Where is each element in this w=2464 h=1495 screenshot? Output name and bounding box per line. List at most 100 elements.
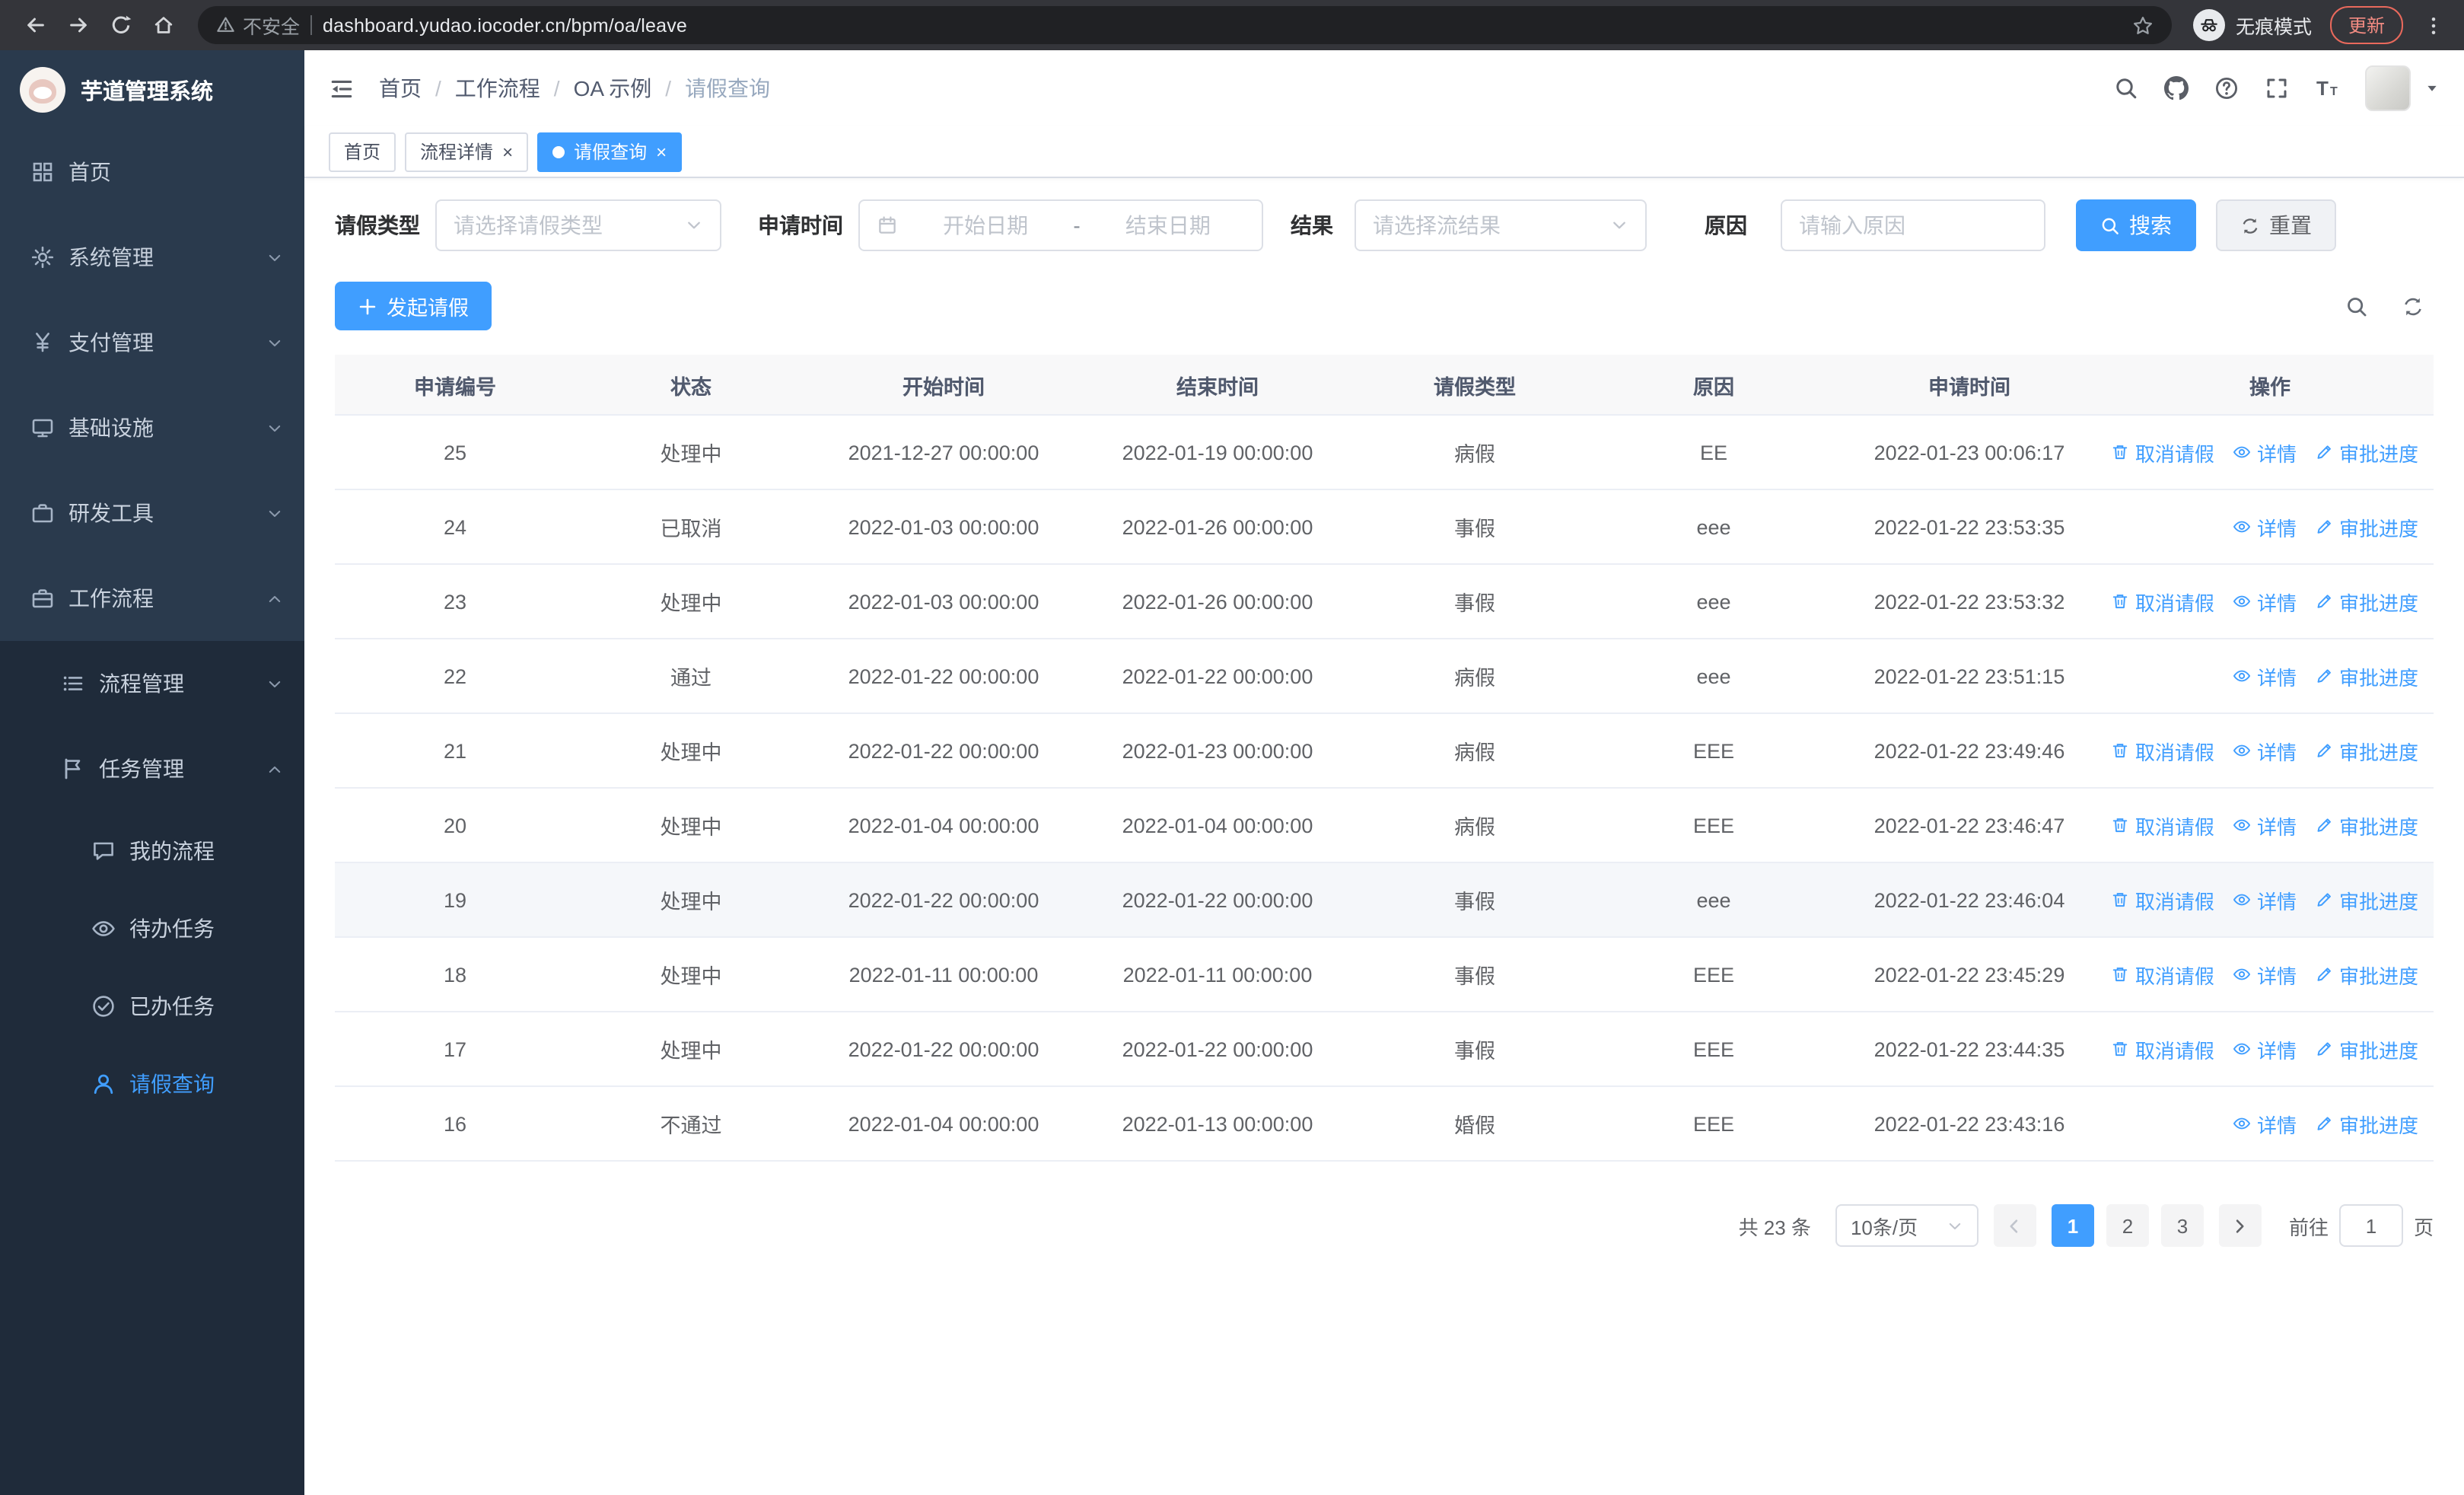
sidebar-item-workflow[interactable]: 工作流程 xyxy=(0,556,304,641)
breadcrumb-separator: / xyxy=(665,76,672,100)
cancel-leave-link[interactable]: 取消请假 xyxy=(2111,438,2214,467)
content: 请假类型 请选择请假类型 申请时间 开始日期 - 结束日期 结果 请选择流结果 xyxy=(304,178,2464,1495)
browser-back-button[interactable] xyxy=(15,5,55,45)
detail-link[interactable]: 详情 xyxy=(2233,438,2297,467)
page-button-2[interactable]: 2 xyxy=(2106,1204,2149,1247)
chevron-up-icon xyxy=(266,590,283,607)
close-tab-icon[interactable]: × xyxy=(502,142,513,161)
sidebar-item-task-mgmt[interactable]: 任务管理 xyxy=(0,726,304,811)
page-button-1[interactable]: 1 xyxy=(2051,1204,2094,1247)
breadcrumb-item[interactable]: 工作流程 xyxy=(455,73,540,104)
github-icon[interactable] xyxy=(2164,76,2189,100)
sidebar-item-process-mgmt[interactable]: 流程管理 xyxy=(0,641,304,726)
sidebar-item-done-task[interactable]: 已办任务 xyxy=(0,967,304,1044)
progress-link[interactable]: 审批进度 xyxy=(2315,736,2418,765)
sidebar-logo[interactable]: 芋道管理系统 xyxy=(0,50,304,129)
cancel-leave-link[interactable]: 取消请假 xyxy=(2111,960,2214,989)
cell-status: 处理中 xyxy=(660,816,722,839)
browser-reload-button[interactable] xyxy=(100,5,140,45)
tag-view-tab[interactable]: 请假查询 × xyxy=(537,132,683,171)
leave-type-select[interactable]: 请选择请假类型 xyxy=(435,199,721,251)
chevron-down-icon xyxy=(266,419,283,436)
edit-icon xyxy=(2315,965,2333,983)
cancel-leave-link[interactable]: 取消请假 xyxy=(2111,736,2214,765)
prev-page-button[interactable] xyxy=(1993,1204,2036,1247)
reset-button[interactable]: 重置 xyxy=(2216,199,2336,251)
progress-link[interactable]: 审批进度 xyxy=(2315,661,2418,690)
tag-view-tab[interactable]: 首页 xyxy=(329,132,396,171)
detail-link[interactable]: 详情 xyxy=(2233,885,2297,914)
header-search-icon[interactable] xyxy=(2114,76,2138,100)
font-size-icon[interactable]: TT xyxy=(2315,76,2339,100)
progress-link[interactable]: 审批进度 xyxy=(2315,587,2418,616)
progress-link[interactable]: 审批进度 xyxy=(2315,885,2418,914)
sidebar-item-payment[interactable]: 支付管理 xyxy=(0,300,304,385)
detail-link[interactable]: 详情 xyxy=(2233,512,2297,541)
cell-end-time: 2022-01-22 00:00:00 xyxy=(1122,665,1313,687)
top-navbar: 首页 / 工作流程 / OA 示例 / 请假查询 TT xyxy=(304,50,2464,126)
sidebar-item-home[interactable]: 首页 xyxy=(0,129,304,215)
apply-time-range-picker[interactable]: 开始日期 - 结束日期 xyxy=(858,199,1263,251)
cell-id: 19 xyxy=(443,888,467,911)
cancel-leave-link[interactable]: 取消请假 xyxy=(2111,811,2214,840)
sidebar-item-system[interactable]: 系统管理 xyxy=(0,215,304,300)
detail-link[interactable]: 详情 xyxy=(2233,1109,2297,1138)
breadcrumb-item[interactable]: 首页 xyxy=(379,73,422,104)
page-size-select[interactable]: 10条/页 xyxy=(1835,1204,1979,1247)
fullscreen-icon[interactable] xyxy=(2265,76,2289,100)
cancel-leave-link[interactable]: 取消请假 xyxy=(2111,885,2214,914)
security-chip[interactable]: 不安全 xyxy=(216,11,300,40)
page-size-value: 10条/页 xyxy=(1850,1216,1918,1238)
sidebar-item-dev-tools[interactable]: 研发工具 xyxy=(0,470,304,556)
browser-home-button[interactable] xyxy=(143,5,183,45)
cancel-leave-link[interactable]: 取消请假 xyxy=(2111,587,2214,616)
browser-forward-button[interactable] xyxy=(58,5,97,45)
detail-link[interactable]: 详情 xyxy=(2233,587,2297,616)
detail-link[interactable]: 详情 xyxy=(2233,960,2297,989)
reason-input[interactable] xyxy=(1781,199,2045,251)
tag-view-tab[interactable]: 流程详情 × xyxy=(405,132,529,171)
create-leave-button[interactable]: 发起请假 xyxy=(335,282,492,330)
progress-link[interactable]: 审批进度 xyxy=(2315,438,2418,467)
browser-update-button[interactable]: 更新 xyxy=(2329,6,2403,44)
result-select[interactable]: 请选择流结果 xyxy=(1355,199,1647,251)
cell-apply-time: 2022-01-22 23:49:46 xyxy=(1873,739,2065,762)
progress-link[interactable]: 审批进度 xyxy=(2315,811,2418,840)
cell-actions: 取消请假 详情 审批进度 xyxy=(2106,438,2434,467)
detail-link[interactable]: 详情 xyxy=(2233,1034,2297,1063)
sidebar-item-label: 首页 xyxy=(68,160,111,184)
toggle-search-icon[interactable] xyxy=(2345,295,2368,317)
refresh-table-icon[interactable] xyxy=(2402,295,2424,317)
next-page-button[interactable] xyxy=(2218,1204,2262,1247)
sidebar-item-my-process[interactable]: 我的流程 xyxy=(0,811,304,889)
progress-link[interactable]: 审批进度 xyxy=(2315,960,2418,989)
progress-link[interactable]: 审批进度 xyxy=(2315,1034,2418,1063)
sidebar-item-infrastructure[interactable]: 基础设施 xyxy=(0,385,304,470)
goto-page-input[interactable] xyxy=(2338,1204,2403,1247)
cell-reason: EEE xyxy=(1692,1112,1734,1135)
page-button-3[interactable]: 3 xyxy=(2160,1204,2204,1247)
cancel-leave-link[interactable]: 取消请假 xyxy=(2111,1034,2214,1063)
cell-status: 不通过 xyxy=(660,1114,722,1137)
url-text: dashboard.yudao.iocoder.cn/bpm/oa/leave xyxy=(323,14,687,36)
detail-link[interactable]: 详情 xyxy=(2233,661,2297,690)
help-icon[interactable] xyxy=(2214,76,2239,100)
detail-link[interactable]: 详情 xyxy=(2233,736,2297,765)
sidebar-item-leave-query[interactable]: 请假查询 xyxy=(0,1044,304,1122)
sidebar-collapse-icon[interactable] xyxy=(329,75,355,101)
cell-reason: eee xyxy=(1696,665,1731,687)
search-button[interactable]: 搜索 xyxy=(2076,199,2196,251)
progress-link[interactable]: 审批进度 xyxy=(2315,1109,2418,1138)
table-row: 20 处理中 2022-01-04 00:00:00 2022-01-04 00:00… xyxy=(335,789,2434,863)
cell-end-time: 2022-01-23 00:00:00 xyxy=(1122,739,1313,762)
close-tab-icon[interactable]: × xyxy=(656,142,667,161)
avatar-caret-icon[interactable] xyxy=(2424,81,2440,96)
detail-link[interactable]: 详情 xyxy=(2233,811,2297,840)
address-bar[interactable]: 不安全 dashboard.yudao.iocoder.cn/bpm/oa/le… xyxy=(198,6,2172,44)
breadcrumb-item[interactable]: OA 示例 xyxy=(574,73,652,104)
progress-link[interactable]: 审批进度 xyxy=(2315,512,2418,541)
user-avatar[interactable] xyxy=(2365,65,2411,111)
browser-menu-icon[interactable] xyxy=(2418,14,2449,36)
bookmark-star-icon[interactable] xyxy=(2132,14,2154,36)
sidebar-item-todo-task[interactable]: 待办任务 xyxy=(0,889,304,967)
